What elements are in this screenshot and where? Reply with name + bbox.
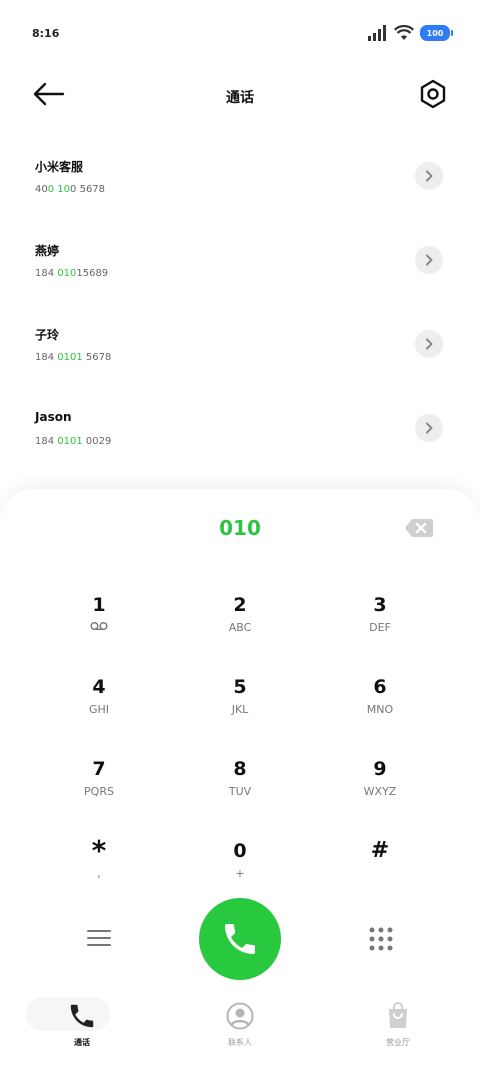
voicemail-icon	[90, 622, 108, 630]
backspace-button[interactable]	[404, 517, 434, 539]
signal-icon	[368, 25, 386, 41]
chevron-right-icon	[426, 254, 433, 266]
contact-number: 400 100 5678	[35, 184, 106, 195]
wifi-icon	[394, 25, 414, 40]
nav-item-service-hall[interactable]: 营业厅	[338, 995, 458, 1055]
status-bar: 8:16 100	[0, 0, 480, 60]
status-time: 8:16	[32, 27, 60, 40]
chevron-right-icon	[426, 170, 433, 182]
nav-item-contacts[interactable]: 联系人	[180, 995, 300, 1055]
contact-row[interactable]: 小米客服 400 100 5678	[0, 148, 480, 232]
contact-detail-button[interactable]	[415, 162, 443, 190]
dialpad-grid-icon	[369, 927, 393, 951]
contact-person-icon	[226, 1002, 254, 1030]
chevron-right-icon	[426, 338, 433, 350]
key-hash[interactable]: #	[325, 827, 435, 897]
contact-row[interactable]: 子玲 184 0101 5678	[0, 316, 480, 400]
header: 通话	[0, 70, 480, 120]
contact-number: 184 0101 5678	[35, 352, 112, 363]
contact-row[interactable]: Jason 184 0101 0029	[0, 400, 480, 484]
hexagon-settings-icon	[420, 79, 446, 109]
contact-list: 小米客服 400 100 5678 燕婷 184 01015689 子玲 184…	[0, 148, 480, 484]
contact-number: 184 0101 0029	[35, 436, 112, 447]
key-1[interactable]: 1	[44, 581, 154, 651]
key-7[interactable]: 7 PQRS	[44, 745, 154, 815]
key-9[interactable]: 9 WXYZ	[325, 745, 435, 815]
contact-row[interactable]: 燕婷 184 01015689	[0, 232, 480, 316]
key-5[interactable]: 5 JKL	[185, 663, 295, 733]
chevron-right-icon	[426, 422, 433, 434]
nav-item-calls[interactable]: 通话	[22, 995, 142, 1055]
bottom-nav: 通话 联系人 营业厅	[0, 995, 480, 1067]
contact-number: 184 01015689	[35, 268, 109, 279]
page-title: 通话	[226, 90, 254, 106]
phone-icon	[225, 924, 255, 954]
contact-name: 子玲	[35, 328, 60, 342]
backspace-icon	[405, 519, 433, 537]
key-6[interactable]: 6 MNO	[325, 663, 435, 733]
status-icons: 100	[368, 22, 453, 44]
phone-icon	[70, 1004, 94, 1028]
call-button[interactable]	[199, 898, 281, 980]
dialpad-toggle-button[interactable]	[368, 926, 394, 952]
settings-button[interactable]	[418, 78, 448, 110]
key-3[interactable]: 3 DEF	[325, 581, 435, 651]
key-2[interactable]: 2 ABC	[185, 581, 295, 651]
contact-detail-button[interactable]	[415, 246, 443, 274]
battery-indicator: 100	[420, 25, 453, 41]
key-4[interactable]: 4 GHI	[44, 663, 154, 733]
menu-button[interactable]	[87, 928, 111, 948]
dialer-panel: 010 1 2 ABC 3 DEF 4 GHI 5 JKL 6 MNO 7 PQ…	[0, 489, 480, 1067]
key-8[interactable]: 8 TUV	[185, 745, 295, 815]
key-0[interactable]: 0 +	[185, 827, 295, 897]
contact-detail-button[interactable]	[415, 330, 443, 358]
shopping-bag-icon	[389, 1002, 407, 1028]
contact-name: Jason	[35, 410, 72, 424]
menu-icon	[87, 930, 111, 946]
dialer-actions	[0, 897, 480, 981]
contact-name: 燕婷	[35, 244, 60, 258]
contact-detail-button[interactable]	[415, 414, 443, 442]
contact-name: 小米客服	[35, 160, 84, 174]
key-star[interactable]: * ,	[44, 827, 154, 897]
